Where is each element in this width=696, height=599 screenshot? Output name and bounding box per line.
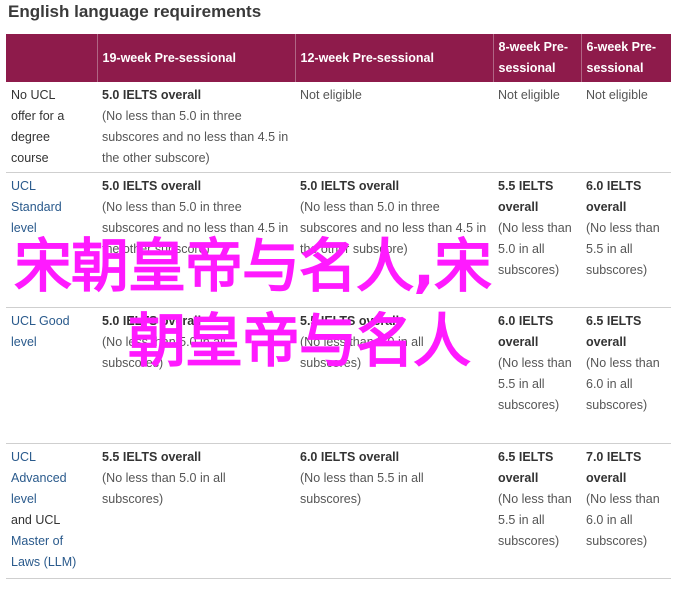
level-link[interactable]: Advanced <box>11 471 67 485</box>
overall-score: 5.5 IELTS overall <box>300 314 400 328</box>
table-row: No UCL offer for a degree course 5.0 IEL… <box>6 82 671 173</box>
level-link[interactable]: UCL Good <box>11 314 70 328</box>
subscore-condition: (No less than 5.0 in three subscores and… <box>300 200 487 256</box>
not-eligible-text: Not eligible <box>300 88 362 102</box>
requirement-cell: 5.0 IELTS overall (No less than 5.0 in a… <box>97 307 295 444</box>
table-header-row: 19-week Pre-sessional 12-week Pre-sessio… <box>6 34 671 82</box>
level-link[interactable]: Master of <box>11 534 63 548</box>
requirement-cell: 5.0 IELTS overall (No less than 5.0 in t… <box>97 172 295 308</box>
column-header: 19-week Pre-sessional <box>96 34 295 82</box>
requirement-cell: 7.0 IELTS overall (No less than 6.0 in a… <box>581 443 671 579</box>
column-header: 6-week Pre-sessional <box>580 34 671 82</box>
overall-score: 5.5 IELTS overall <box>498 179 554 214</box>
requirement-cell: 5.0 IELTS overall (No less than 5.0 in t… <box>97 82 295 173</box>
level-link[interactable]: UCL <box>11 179 36 193</box>
overall-score: 5.0 IELTS overall <box>102 179 202 193</box>
requirement-cell: 5.5 IELTS overall (No less than 5.0 in a… <box>295 307 493 444</box>
requirements-table: 19-week Pre-sessional 12-week Pre-sessio… <box>6 34 671 579</box>
column-header: 8-week Pre-sessional <box>492 34 581 82</box>
table-row: UCL Advanced level and UCL Master of Law… <box>6 443 671 579</box>
requirement-cell: 6.5 IELTS overall (No less than 6.0 in a… <box>581 307 671 444</box>
subscore-condition: (No less than 5.0 in three subscores and… <box>102 109 289 165</box>
level-cell: No UCL offer for a degree course <box>6 82 97 173</box>
requirement-cell: 6.5 IELTS overall (No less than 5.5 in a… <box>493 443 581 579</box>
level-link[interactable]: Standard <box>11 200 62 214</box>
overall-score: 6.5 IELTS overall <box>586 314 642 349</box>
not-eligible-text: Not eligible <box>586 88 648 102</box>
requirement-cell: 5.5 IELTS overall (No less than 5.0 in a… <box>493 172 581 308</box>
page-title: English language requirements <box>8 2 262 21</box>
requirement-cell: Not eligible <box>581 82 671 173</box>
overall-score: 5.0 IELTS overall <box>102 314 202 328</box>
requirement-cell: 6.0 IELTS overall (No less than 5.5 in a… <box>295 443 493 579</box>
column-header <box>6 34 97 82</box>
overall-score: 5.5 IELTS overall <box>102 450 202 464</box>
table-row: UCL Good level 5.0 IELTS overall (No les… <box>6 307 671 444</box>
level-link[interactable]: level <box>11 221 37 235</box>
subscore-condition: (No less than 5.0 in three subscores and… <box>102 200 289 256</box>
subscore-condition: (No less than 6.0 in all subscores) <box>586 356 660 412</box>
overall-score: 5.0 IELTS overall <box>102 88 202 102</box>
overall-score: 6.0 IELTS overall <box>498 314 554 349</box>
overall-score: 6.5 IELTS overall <box>498 450 554 485</box>
requirement-cell: Not eligible <box>493 82 581 173</box>
overall-score: 6.0 IELTS overall <box>586 179 642 214</box>
level-cell: UCL Standard level <box>6 172 97 308</box>
requirement-cell: Not eligible <box>295 82 493 173</box>
level-cell: UCL Advanced level and UCL Master of Law… <box>6 443 97 579</box>
level-link[interactable]: level <box>11 492 37 506</box>
subscore-condition: (No less than 5.5 in all subscores) <box>300 471 424 506</box>
overall-score: 5.0 IELTS overall <box>300 179 400 193</box>
subscore-condition: (No less than 5.5 in all subscores) <box>498 356 572 412</box>
table-row: UCL Standard level 5.0 IELTS overall (No… <box>6 172 671 308</box>
subscore-condition: (No less than 5.0 in all subscores) <box>300 335 424 370</box>
level-link[interactable]: Laws (LLM) <box>11 555 76 569</box>
subscore-condition: (No less than 6.0 in all subscores) <box>586 492 660 548</box>
overall-score: 6.0 IELTS overall <box>300 450 400 464</box>
subscore-condition: (No less than 5.5 in all subscores) <box>498 492 572 548</box>
level-link[interactable]: level <box>11 335 37 349</box>
level-cell: UCL Good level <box>6 307 97 444</box>
column-header: 12-week Pre-sessional <box>294 34 493 82</box>
subscore-condition: (No less than 5.0 in all subscores) <box>498 221 572 277</box>
requirement-cell: 5.0 IELTS overall (No less than 5.0 in t… <box>295 172 493 308</box>
subscore-condition: (No less than 5.0 in all subscores) <box>102 335 226 370</box>
overall-score: 7.0 IELTS overall <box>586 450 642 485</box>
requirement-cell: 5.5 IELTS overall (No less than 5.0 in a… <box>97 443 295 579</box>
requirement-cell: 6.0 IELTS overall (No less than 5.5 in a… <box>581 172 671 308</box>
requirement-cell: 6.0 IELTS overall (No less than 5.5 in a… <box>493 307 581 444</box>
subscore-condition: (No less than 5.5 in all subscores) <box>586 221 660 277</box>
level-link[interactable]: UCL <box>11 450 36 464</box>
not-eligible-text: Not eligible <box>498 88 560 102</box>
subscore-condition: (No less than 5.0 in all subscores) <box>102 471 226 506</box>
